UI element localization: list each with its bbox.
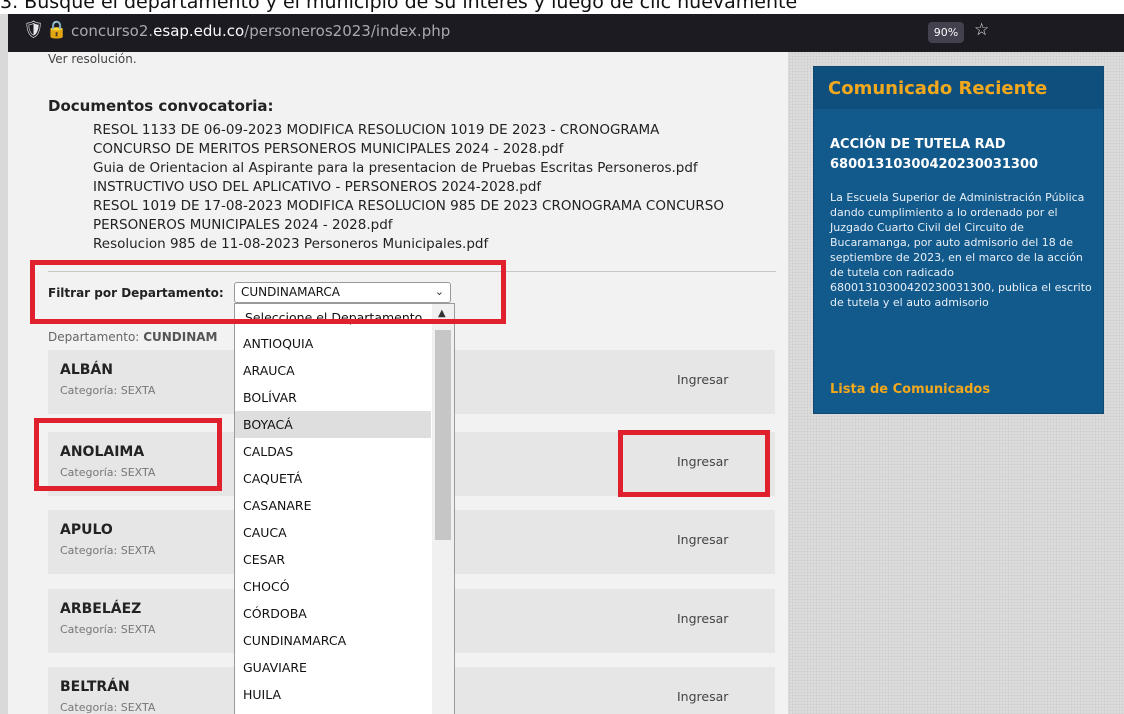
dropdown-option[interactable]: BOLÍVAR bbox=[235, 384, 431, 411]
ingresar-link[interactable]: Ingresar bbox=[677, 611, 728, 626]
department-dropdown-list[interactable]: Seleccione el Departamento ANTIOQUIA ARA… bbox=[234, 303, 455, 714]
announcement-heading: Comunicado Reciente bbox=[828, 78, 1048, 99]
document-link[interactable]: Guia de Orientacion al Aspirante para la… bbox=[93, 159, 783, 178]
highlight-box-municipality bbox=[34, 418, 222, 491]
municipality-category: Categoría: SEXTA bbox=[60, 701, 156, 714]
documents-heading: Documentos convocatoria: bbox=[48, 97, 274, 115]
lista-comunicados-link[interactable]: Lista de Comunicados bbox=[830, 382, 990, 397]
dropdown-scrollbar-thumb[interactable] bbox=[435, 330, 451, 540]
department-caption-value: CUNDINAM bbox=[143, 330, 218, 344]
ingresar-link[interactable]: Ingresar bbox=[677, 532, 728, 547]
dropdown-option[interactable]: HUILA bbox=[235, 681, 431, 708]
tutorial-caption: 3. Busque el departamento y el municipio… bbox=[0, 0, 1124, 14]
url-domain: esap.edu.co bbox=[153, 22, 245, 40]
document-link[interactable]: RESOL 1133 DE 06-09-2023 MODIFICA RESOLU… bbox=[93, 121, 783, 140]
announcement-header: Comunicado Reciente bbox=[814, 67, 1103, 109]
ingresar-link[interactable]: Ingresar bbox=[677, 372, 728, 387]
department-caption: Departamento: CUNDINAM bbox=[48, 330, 217, 344]
lock-icon[interactable]: 🔒 bbox=[46, 20, 67, 40]
highlight-box-filter bbox=[30, 260, 506, 324]
main-content: Ver resolución. Documentos convocatoria:… bbox=[8, 52, 788, 714]
municipality-name: ALBÁN bbox=[60, 362, 113, 378]
announcement-panel: Comunicado Reciente ACCIÓN DE TUTELA RAD… bbox=[813, 66, 1104, 414]
municipality-name: BELTRÁN bbox=[60, 679, 130, 695]
document-link[interactable]: INSTRUCTIVO USO DEL APLICATIVO - PERSONE… bbox=[93, 178, 783, 197]
highlight-box-ingresar bbox=[618, 430, 770, 497]
star-icon[interactable]: ☆ bbox=[974, 20, 989, 40]
dropdown-option[interactable]: CALDAS bbox=[235, 438, 431, 465]
document-link[interactable]: RESOL 1019 DE 17-08-2023 MODIFICA RESOLU… bbox=[93, 197, 783, 216]
caption-text: 3. Busque el departamento y el municipio… bbox=[0, 0, 798, 13]
dropdown-option-highlighted[interactable]: BOYACÁ bbox=[235, 411, 431, 438]
municipality-category: Categoría: SEXTA bbox=[60, 544, 156, 557]
document-link[interactable]: Resolucion 985 de 11-08-2023 Personeros … bbox=[93, 235, 783, 254]
dropdown-option[interactable]: CAUCA bbox=[235, 519, 431, 546]
dropdown-option[interactable]: GUAVIARE bbox=[235, 654, 431, 681]
browser-url-bar: 🛡 🔒 concurso2.esap.edu.co/personeros2023… bbox=[8, 14, 1124, 52]
municipality-name: ARBELÁEZ bbox=[60, 601, 142, 617]
announcement-title[interactable]: ACCIÓN DE TUTELA RAD 6800131030042023003… bbox=[830, 135, 1090, 175]
shield-icon[interactable]: 🛡 bbox=[23, 20, 45, 40]
dropdown-option[interactable]: ANTIOQUIA bbox=[235, 330, 431, 357]
dropdown-option[interactable]: ARAUCA bbox=[235, 357, 431, 384]
municipality-name: APULO bbox=[60, 522, 113, 538]
dropdown-option[interactable]: CÓRDOBA bbox=[235, 600, 431, 627]
url-path: /personeros2023/index.php bbox=[244, 22, 451, 40]
url-field[interactable]: concurso2.esap.edu.co/personeros2023/ind… bbox=[71, 22, 450, 40]
ver-resolucion-link[interactable]: Ver resolución. bbox=[48, 52, 137, 66]
web-page: Ver resolución. Documentos convocatoria:… bbox=[8, 52, 1124, 714]
ingresar-link[interactable]: Ingresar bbox=[677, 689, 728, 704]
dropdown-option[interactable]: CUNDINAMARCA bbox=[235, 627, 431, 654]
document-link[interactable]: CONCURSO DE MERITOS PERSONEROS MUNICIPAL… bbox=[93, 140, 783, 159]
url-host: concurso2. bbox=[71, 22, 154, 40]
dropdown-option[interactable]: CHOCÓ bbox=[235, 573, 431, 600]
dropdown-option[interactable]: CAQUETÁ bbox=[235, 465, 431, 492]
dropdown-option[interactable]: CASANARE bbox=[235, 492, 431, 519]
department-caption-label: Departamento: bbox=[48, 330, 140, 344]
dropdown-option[interactable]: CESAR bbox=[235, 546, 431, 573]
documents-list: RESOL 1133 DE 06-09-2023 MODIFICA RESOLU… bbox=[93, 121, 783, 254]
municipality-category: Categoría: SEXTA bbox=[60, 623, 156, 636]
announcement-body: La Escuela Superior de Administración Pú… bbox=[830, 191, 1092, 309]
document-link[interactable]: PERSONEROS MUNICIPALES 2024 - 2028.pdf bbox=[93, 216, 783, 235]
zoom-indicator[interactable]: 90% bbox=[928, 22, 964, 43]
municipality-category: Categoría: SEXTA bbox=[60, 384, 156, 397]
